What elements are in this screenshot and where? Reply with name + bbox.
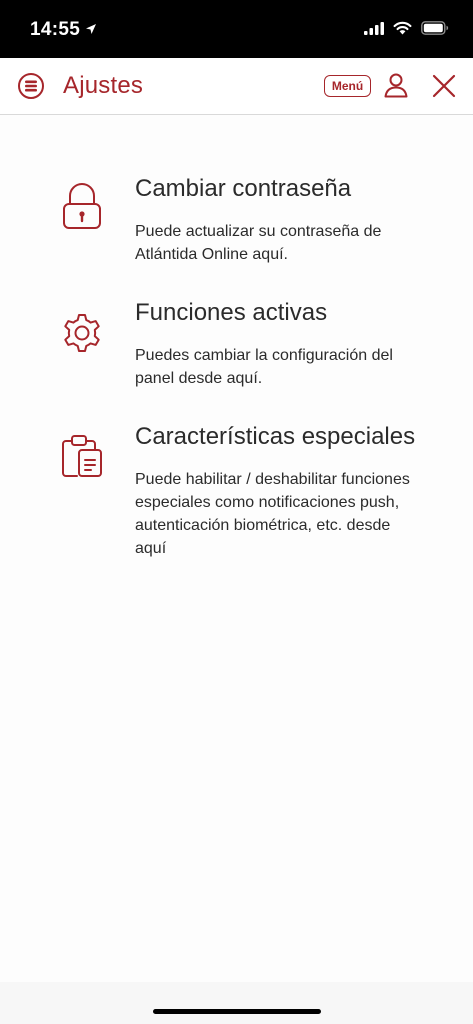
setting-description: Puede habilitar / deshabilitar funciones… [135, 471, 410, 557]
app-header: Ajustes Menú [0, 58, 473, 115]
home-indicator-area [0, 982, 473, 1024]
setting-title: Cambiar contraseña [135, 175, 352, 202]
app-logo-icon[interactable] [17, 72, 45, 105]
lock-icon [60, 183, 104, 236]
signal-icon [364, 21, 384, 40]
battery-icon [421, 21, 449, 40]
menu-button[interactable]: Menú [324, 75, 371, 97]
page-title: Ajustes [63, 72, 144, 99]
setting-description: Puedes cambiar la configuración del pane… [135, 347, 393, 387]
status-time: 14:55 [30, 19, 81, 40]
setting-title: Características especiales [135, 423, 416, 450]
settings-list: Cambiar contraseña Puede actualizar su c… [0, 115, 473, 982]
user-icon[interactable] [383, 72, 409, 103]
status-bar: 14:55 [0, 0, 473, 58]
clipboard-icon [60, 433, 104, 484]
location-arrow-icon [85, 22, 97, 40]
close-icon[interactable] [432, 74, 456, 103]
status-icons [364, 21, 449, 40]
home-indicator[interactable] [153, 1009, 321, 1014]
setting-description: Puede actualizar su contraseña de Atlánt… [135, 223, 382, 263]
setting-title: Funciones activas [135, 299, 328, 326]
wifi-icon [393, 21, 412, 40]
gear-icon [60, 311, 104, 360]
